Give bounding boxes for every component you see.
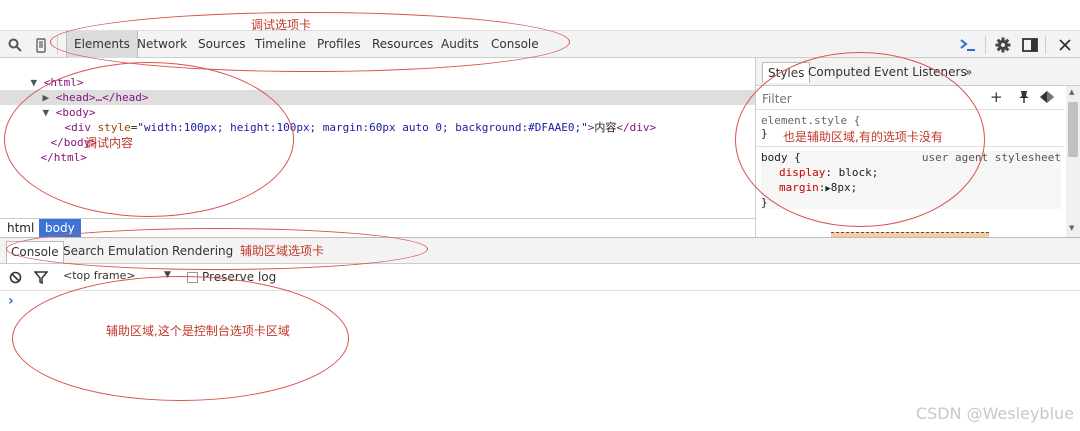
tab-network[interactable]: Network (130, 31, 194, 58)
device-mode-icon[interactable] (31, 35, 51, 55)
sidebar-tab-computed[interactable]: Computed (803, 62, 875, 82)
dom-node-body[interactable]: ▼ <body> (16, 90, 96, 119)
dom-node-body-close: </body> (50, 136, 97, 149)
annotation-console-note: 辅助区域,这个是控制台选项卡区域 (106, 324, 290, 338)
sidebar-tab-event-listeners[interactable]: Event Listeners (869, 62, 972, 82)
top-blank-area (0, 0, 1080, 30)
console-drawer-icon[interactable] (958, 35, 978, 55)
scroll-up-arrow-icon[interactable]: ▲ (1069, 88, 1074, 96)
dom-node-html[interactable]: ▼ <html> (4, 60, 84, 89)
dropdown-arrow-icon[interactable]: ▼ (164, 270, 171, 280)
watermark: CSDN @Wesleyblue (915, 404, 1074, 423)
styles-filter-input[interactable] (760, 89, 964, 109)
annotation-drawer-tabs: 辅助区域选项卡 (240, 244, 325, 258)
tab-sources[interactable]: Sources (191, 31, 252, 58)
clear-console-icon[interactable] (9, 271, 22, 287)
tab-console[interactable]: Console (484, 31, 546, 58)
frame-select[interactable]: <top frame> (63, 269, 136, 282)
tab-timeline[interactable]: Timeline (248, 31, 313, 58)
breadcrumb: html body (0, 218, 755, 237)
console-toolbar: <top frame> ▼ Preserve log (0, 264, 1080, 291)
tab-profiles[interactable]: Profiles (310, 31, 368, 58)
body-style-rule: body { user agent stylesheet display: bl… (761, 151, 1061, 209)
sidebar-scrollbar[interactable]: ▲ ▼ (1066, 86, 1080, 237)
close-icon[interactable] (1055, 35, 1075, 55)
preserve-log-label: Preserve log (202, 270, 277, 284)
search-icon[interactable] (5, 35, 25, 55)
scrollbar-thumb[interactable] (1068, 102, 1078, 157)
drawer-tab-emulation[interactable]: Emulation (104, 241, 173, 262)
sidebar-tabbar: Styles Computed Event Listeners » (756, 58, 1080, 86)
annotation-sidebar-note: 也是辅助区域,有的选项卡没有 (783, 128, 943, 145)
filter-icon[interactable] (33, 271, 49, 287)
drawer-tabbar: Console Search Emulation Rendering (0, 237, 1080, 264)
dom-node-head[interactable]: ▶ <head>…</head> (16, 75, 149, 104)
pin-element-state-icon[interactable] (1018, 90, 1030, 107)
dock-side-icon[interactable] (1020, 35, 1040, 55)
drawer-tab-rendering[interactable]: Rendering (168, 241, 237, 262)
styles-filter-row: + (756, 86, 1065, 110)
toolbar-separator (985, 36, 986, 54)
dom-node-html-close: </html> (40, 151, 87, 164)
breadcrumb-html[interactable]: html (1, 219, 40, 237)
tab-resources[interactable]: Resources (365, 31, 440, 58)
gear-icon[interactable] (993, 35, 1013, 55)
styles-sidebar: Styles Computed Event Listeners » + elem… (755, 58, 1080, 237)
annotation-debug-content: 调试内容 (85, 136, 134, 150)
scroll-down-arrow-icon[interactable]: ▼ (1069, 224, 1074, 232)
breadcrumb-body[interactable]: body (39, 219, 81, 237)
console-prompt-icon: › (8, 293, 14, 309)
devtools-toolbar: Elements Network Sources Timeline Profil… (0, 30, 1080, 58)
toolbar-separator (1045, 36, 1046, 54)
toolbar-separator (57, 36, 58, 54)
annotation-debug-tabs: 调试选项卡 (251, 18, 312, 32)
drawer-tab-console[interactable]: Console (6, 241, 64, 263)
rule-divider (756, 146, 1065, 147)
color-format-icon[interactable] (1039, 90, 1055, 107)
preserve-log-checkbox[interactable] (187, 272, 198, 283)
new-style-rule-icon[interactable]: + (990, 88, 1003, 106)
rule-source: user agent stylesheet (921, 151, 1061, 164)
tab-elements[interactable]: Elements (66, 31, 138, 58)
dom-node-div[interactable]: <div style="width:100px; height:100px; m… (38, 105, 657, 134)
drawer-tab-search[interactable]: Search (59, 241, 108, 262)
more-tabs-chevron-icon[interactable]: » (960, 62, 977, 82)
tab-audits[interactable]: Audits (434, 31, 486, 58)
